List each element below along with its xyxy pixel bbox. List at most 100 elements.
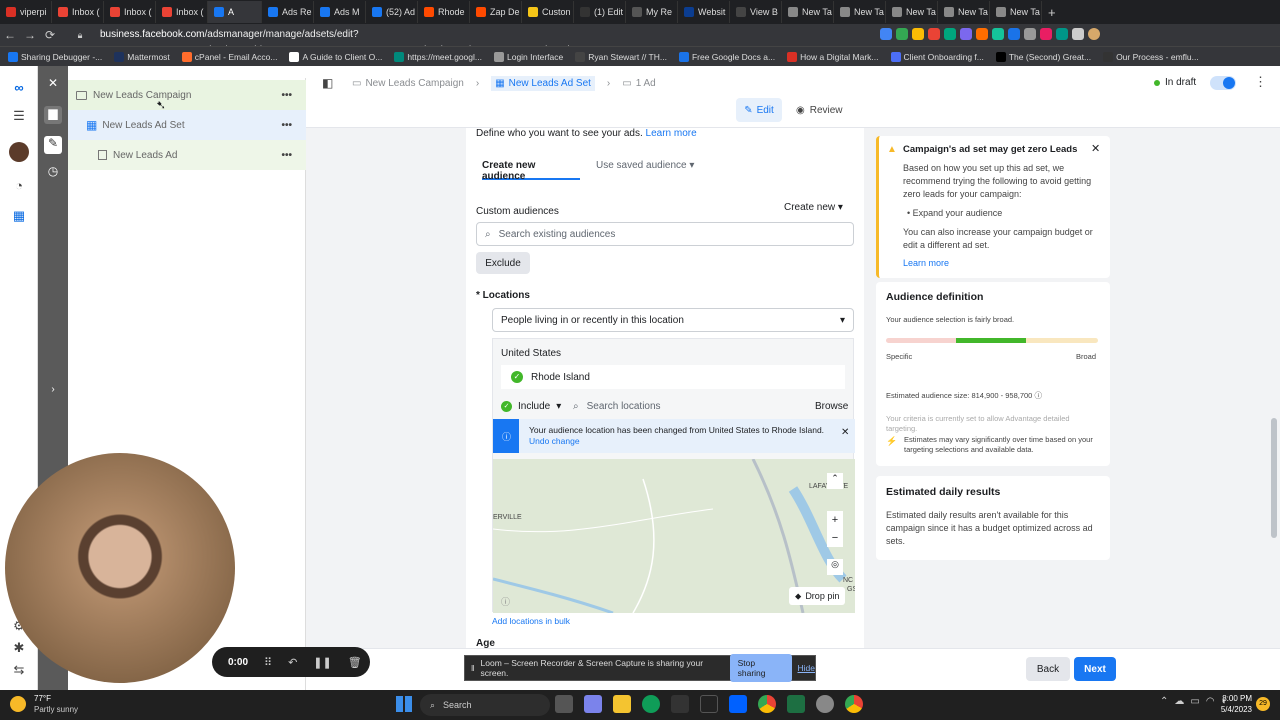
reload-icon[interactable]: ⟳: [40, 28, 60, 42]
tab-saved-audience[interactable]: Use saved audience ▾: [596, 160, 694, 171]
drag-handle-icon[interactable]: ⠿: [264, 656, 272, 669]
trash-icon[interactable]: 🗑︎: [348, 656, 362, 669]
store-icon[interactable]: [671, 695, 689, 713]
bookmark-item[interactable]: cPanel - Email Acco...: [181, 51, 277, 62]
extension-icon[interactable]: [960, 28, 972, 40]
browser-tab[interactable]: viperpi: [0, 1, 52, 23]
pause-icon[interactable]: ❚❚: [313, 656, 331, 669]
tree-item-ad[interactable]: New Leads Ad •••: [68, 140, 306, 170]
pencil-icon[interactable]: ✎: [44, 136, 62, 154]
undo-icon[interactable]: ↶: [288, 656, 297, 669]
browser-tab[interactable]: View B: [730, 1, 782, 23]
back-button[interactable]: Back: [1026, 657, 1070, 681]
map-info-icon[interactable]: ⓘ: [501, 595, 510, 608]
bookmark-item[interactable]: Mattermost: [114, 51, 170, 62]
settings-icon[interactable]: [816, 695, 834, 713]
include-dropdown[interactable]: ✓ Include ▾: [501, 401, 561, 412]
expand-icon[interactable]: ›: [44, 384, 62, 402]
bookmark-item[interactable]: A Guide to Client O...: [289, 51, 382, 62]
bookmark-item[interactable]: https://meet.googl...: [394, 51, 482, 62]
extension-icon[interactable]: [992, 28, 1004, 40]
extension-icon[interactable]: [1008, 28, 1020, 40]
bookmark-item[interactable]: The (Second) Great...: [995, 51, 1091, 62]
map-zoom-controls[interactable]: + −: [827, 511, 843, 547]
teams-icon[interactable]: [584, 695, 602, 713]
extension-icon[interactable]: [896, 28, 908, 40]
map-collapse-icon[interactable]: ⌃: [827, 473, 843, 489]
dropbox-icon[interactable]: [729, 695, 747, 713]
scrollbar-thumb[interactable]: [1271, 418, 1277, 538]
browser-tab[interactable]: New Ta: [886, 1, 938, 23]
profile-avatar[interactable]: [1088, 28, 1100, 40]
chrome-icon[interactable]: [758, 695, 776, 713]
browser-tab[interactable]: Custon: [522, 1, 574, 23]
excel-icon[interactable]: [787, 695, 805, 713]
stop-sharing-button[interactable]: Stop sharing: [729, 654, 792, 682]
chart-icon[interactable]: ▆: [44, 106, 62, 124]
webcam-bubble[interactable]: [5, 453, 235, 683]
campaign-more-icon[interactable]: •••: [281, 90, 292, 101]
browser-tab[interactable]: Inbox (: [156, 1, 208, 23]
add-locations-bulk-link[interactable]: Add locations in bulk: [492, 616, 570, 626]
bookmark-item[interactable]: Our Process - emflu...: [1103, 51, 1199, 62]
location-map[interactable]: LAFAYETTE ERVILLE NC GS ⌃ +− ◎ ⬥Drop pin…: [493, 459, 855, 613]
map-locate-icon[interactable]: ◎: [827, 559, 843, 575]
browser-tab[interactable]: New Ta: [782, 1, 834, 23]
bookmark-item[interactable]: Free Google Docs a...: [678, 51, 775, 62]
browser-tab[interactable]: Ads M: [314, 1, 366, 23]
adset-more-icon[interactable]: •••: [281, 120, 292, 131]
dashboard-icon[interactable]: ◔: [9, 178, 29, 198]
close-warning-icon[interactable]: ✕: [1091, 142, 1100, 155]
info-icon[interactable]: ⓘ: [1034, 391, 1042, 400]
puzzle-icon[interactable]: [1072, 28, 1084, 40]
bookmark-item[interactable]: Login Interface: [493, 51, 563, 62]
crumb-adset-wrap[interactable]: ▦ New Leads Ad Set: [491, 76, 595, 91]
ad-more-icon[interactable]: •••: [281, 150, 292, 161]
next-button[interactable]: Next: [1074, 657, 1116, 681]
clock-icon[interactable]: ◷: [44, 164, 62, 182]
tab-create-audience[interactable]: Create new audience: [482, 160, 580, 182]
review-button[interactable]: ◉ Review: [796, 98, 843, 122]
search-locations-input[interactable]: ⌕ Search locations: [573, 401, 661, 412]
bookmark-item[interactable]: How a Digital Mark...: [787, 51, 879, 62]
tree-item-campaign[interactable]: New Leads Campaign •••: [68, 80, 306, 110]
tree-item-adset[interactable]: ▦ New Leads Ad Set •••: [68, 110, 306, 140]
back-arrow-icon[interactable]: ←: [0, 28, 20, 42]
bookmark-item[interactable]: Client Onboarding f...: [890, 51, 984, 62]
browser-tab[interactable]: (1) Edit: [574, 1, 626, 23]
hide-button[interactable]: Hide: [798, 663, 815, 673]
browser-tab[interactable]: Rhode: [418, 1, 470, 23]
extension-icon[interactable]: [1040, 28, 1052, 40]
browser-tab[interactable]: My Re: [626, 1, 678, 23]
notification-badge[interactable]: 29: [1256, 697, 1270, 711]
extension-icon[interactable]: [912, 28, 924, 40]
forward-arrow-icon[interactable]: →: [20, 28, 40, 42]
chrome-icon[interactable]: [845, 695, 863, 713]
crumb-ad[interactable]: 1 Ad: [636, 78, 656, 89]
scrollbar[interactable]: [1270, 128, 1278, 648]
edit-button[interactable]: ✎ Edit: [736, 98, 782, 122]
more-icon[interactable]: ⋮: [1254, 74, 1267, 90]
browser-tab[interactable]: Zap De: [470, 1, 522, 23]
search-audiences-input[interactable]: ⌕ Search existing audiences: [476, 222, 854, 246]
extension-icon[interactable]: [880, 28, 892, 40]
extension-icon[interactable]: [928, 28, 940, 40]
extension-icon[interactable]: [1056, 28, 1068, 40]
browse-button[interactable]: Browse: [815, 401, 848, 412]
crumb-campaign[interactable]: New Leads Campaign: [365, 78, 463, 89]
weather-icon[interactable]: [10, 696, 26, 712]
close-icon[interactable]: ✕: [44, 76, 62, 94]
browser-tab[interactable]: Inbox (: [104, 1, 156, 23]
meta-logo-icon[interactable]: ∞: [9, 80, 29, 100]
file-explorer-icon[interactable]: [613, 695, 631, 713]
browser-tab[interactable]: Websit: [678, 1, 730, 23]
taskbar-search[interactable]: ⌕ Search: [420, 694, 550, 716]
bug-icon[interactable]: ✱: [9, 640, 29, 660]
warning-learn-more-link[interactable]: Learn more: [903, 258, 949, 268]
browser-tab[interactable]: Inbox (: [52, 1, 104, 23]
sidebar-toggle-icon[interactable]: ◧: [322, 76, 333, 90]
draft-toggle[interactable]: [1210, 76, 1236, 90]
browser-tab[interactable]: New Ta: [938, 1, 990, 23]
learn-more-link[interactable]: Learn more: [646, 128, 697, 139]
bookmark-item[interactable]: Ryan Stewart // TH...: [575, 51, 667, 62]
